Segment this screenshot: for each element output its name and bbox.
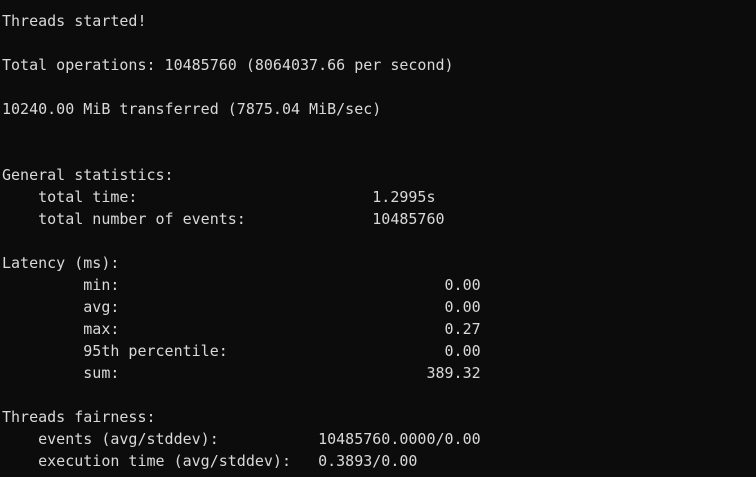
transferred-line: 10240.00 MiB transferred (7875.04 MiB/se…: [2, 100, 382, 118]
latency-sum-line: sum: 389.32: [2, 364, 481, 382]
latency-avg-line: avg: 0.00: [2, 298, 481, 316]
total-events-line: total number of events: 10485760: [2, 210, 445, 228]
fairness-events-line: events (avg/stddev): 10485760.0000/0.00: [2, 430, 481, 448]
terminal-window[interactable]: Threads started! Total operations: 10485…: [0, 0, 756, 477]
fairness-execution-time-line: execution time (avg/stddev): 0.3893/0.00: [2, 452, 418, 470]
latency-max-line: max: 0.27: [2, 320, 481, 338]
threads-fairness-heading: Threads fairness:: [2, 408, 156, 426]
latency-heading: Latency (ms):: [2, 254, 120, 272]
total-time-line: total time: 1.2995s: [2, 188, 436, 206]
general-statistics-heading: General statistics:: [2, 166, 174, 184]
threads-started-line: Threads started!: [2, 12, 147, 30]
latency-95th-line: 95th percentile: 0.00: [2, 342, 481, 360]
total-operations-line: Total operations: 10485760 (8064037.66 p…: [2, 56, 454, 74]
latency-min-line: min: 0.00: [2, 276, 481, 294]
